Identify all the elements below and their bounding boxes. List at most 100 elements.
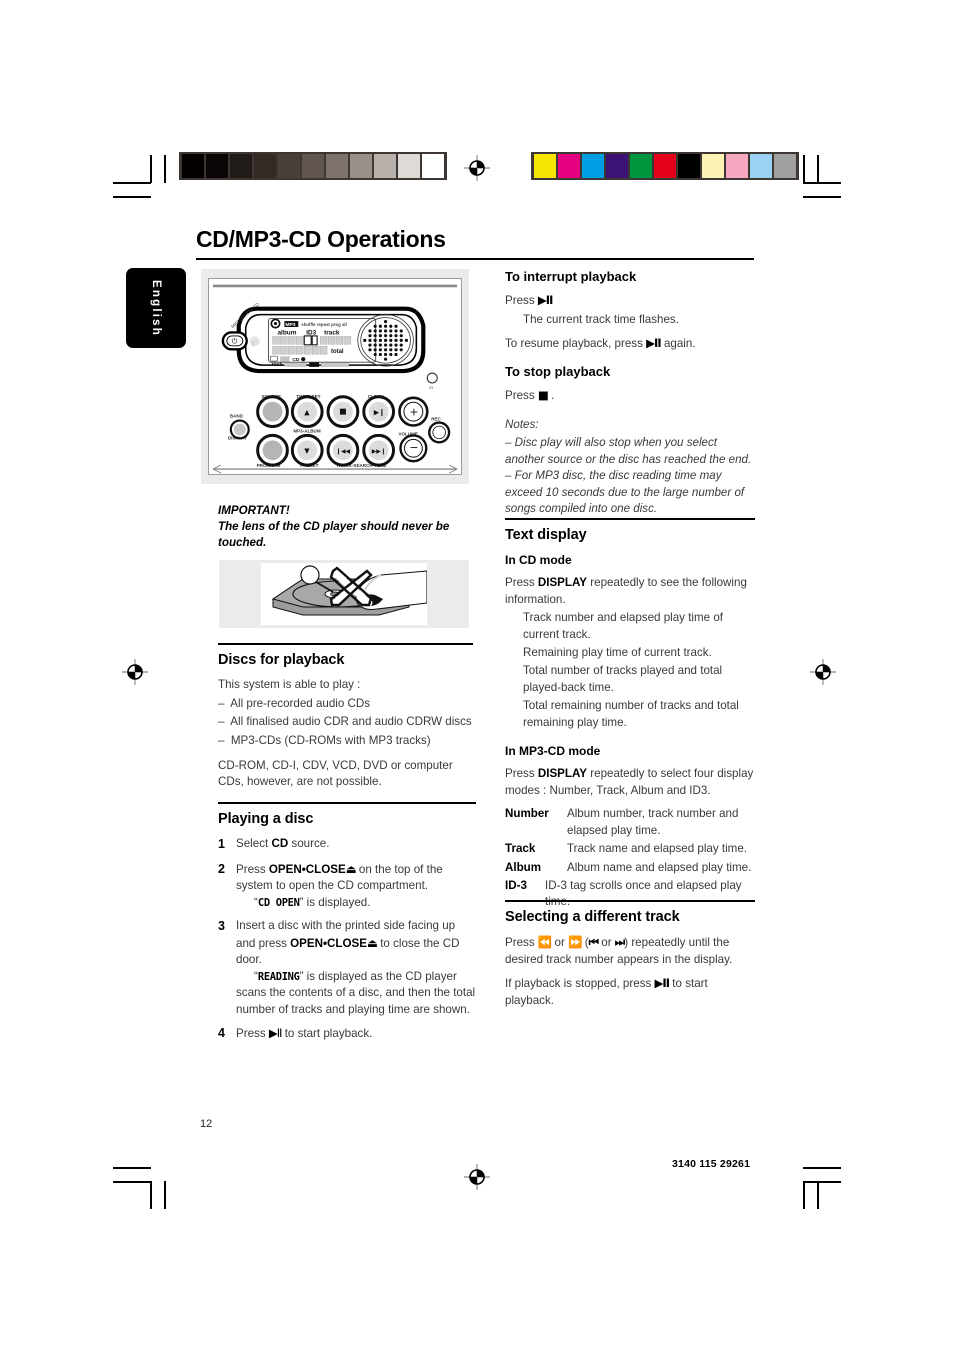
mp3-mode-subheading: In MP3-CD mode	[505, 744, 601, 759]
step-text-b: to start playback.	[281, 1027, 373, 1040]
svg-text:MP3-ALBUM: MP3-ALBUM	[293, 428, 321, 433]
grayscale-calibration-bar	[179, 152, 447, 180]
display-button-ref: DISPLAY	[537, 767, 588, 781]
previous-track-icon: ⏪	[537, 935, 552, 950]
definition-desc: Album number, track number and elapsed p…	[567, 807, 739, 837]
svg-text:▼: ▼	[304, 447, 310, 455]
step-result: “CD OPEN” is displayed.	[236, 895, 476, 911]
or-1: or	[551, 936, 569, 950]
cd-mode-item: Track number and elapsed play time of cu…	[523, 611, 723, 641]
discs-heading: Discs for playback	[218, 651, 345, 668]
calibration-swatch-6	[326, 154, 348, 178]
list-item: – MP3-CDs (CD-ROMs with MP3 tracks)	[218, 733, 431, 747]
step-text-a: Press	[236, 862, 269, 876]
page-number: 12	[200, 1118, 213, 1130]
intro-a: Press	[505, 767, 538, 781]
calibration-swatch-0	[182, 154, 204, 178]
svg-text:▶▶❙: ▶▶❙	[372, 448, 386, 455]
quote-open: “	[254, 969, 258, 983]
step-number: 3	[218, 919, 225, 934]
calibration-swatch-3	[254, 154, 276, 178]
calibration-swatch-10	[422, 154, 444, 178]
quote-close: ” is displayed.	[299, 895, 371, 909]
registration-mark-right	[810, 659, 836, 685]
definition-desc: Track name and elapsed play time.	[567, 842, 748, 856]
lens-illustration	[271, 565, 428, 616]
crop-mark	[113, 196, 151, 198]
cd-mode-intro: Press DISPLAY repeatedly to see the foll…	[505, 575, 755, 608]
line-a: Press	[505, 936, 538, 950]
play-pause-icon: ▶Ⅱ	[646, 336, 662, 351]
definition-term: Number	[505, 807, 549, 821]
step-text-a: Press	[236, 1027, 269, 1040]
interrupt-press: Press ▶Ⅱ	[505, 292, 755, 309]
page-title: CD/MP3-CD Operations	[196, 226, 446, 252]
figure-device-inner-panel: MP3 DIGITAL CD MP3 shuffle repeat prog a…	[208, 278, 462, 475]
intro-a: Press	[505, 576, 538, 590]
svg-text:❙◀◀: ❙◀◀	[336, 448, 351, 455]
discs-closing: CD-ROM, CD-I, CDV, VCD, DVD or computer …	[218, 758, 453, 789]
calibration-swatch-5	[302, 154, 324, 178]
svg-text:total: total	[331, 349, 344, 355]
device-illustration: MP3 DIGITAL CD MP3 shuffle repeat prog a…	[212, 284, 458, 474]
crop-mark	[164, 1181, 166, 1209]
paren-open: (	[581, 936, 589, 950]
display-button-ref: DISPLAY	[537, 576, 588, 590]
title-rule	[196, 258, 754, 260]
next-track-icon: ⏩	[568, 935, 582, 950]
section-rule	[505, 900, 755, 902]
crop-mark	[113, 1167, 151, 1169]
section-rule	[505, 518, 755, 520]
section-rule	[218, 643, 473, 645]
play-pause-icon: ▶Ⅱ	[268, 1026, 283, 1040]
crop-mark	[803, 1181, 805, 1209]
crop-mark	[113, 1181, 151, 1183]
important-heading: IMPORTANT!	[218, 504, 290, 517]
lcd-text: READING	[257, 970, 300, 983]
step-bold: OPEN•CLOSE	[268, 862, 346, 876]
registration-mark-top	[464, 155, 490, 181]
crop-mark	[803, 1181, 841, 1183]
crop-mark	[803, 1167, 841, 1169]
manual-page: English CD/MP3-CD Operations MP3 DIGITAL…	[0, 0, 954, 1351]
selecting-track-line-2: If playback is stopped, press ▶Ⅱ to star…	[505, 975, 755, 1009]
resume-text-b: again.	[663, 337, 696, 351]
mp3-mode-intro: Press DISPLAY repeatedly to select four …	[505, 766, 755, 799]
figure-lens-inner	[261, 563, 428, 625]
important-body: The lens of the CD player should never b…	[218, 520, 450, 550]
playing-section: Playing a disc 1 Select CD source. 2 Pre…	[218, 802, 476, 1050]
list-item-label: All finalised audio CDR and audio CDRW d…	[230, 715, 472, 729]
svg-text:rock: rock	[272, 362, 283, 368]
calibration-swatch-8	[374, 154, 396, 178]
calibration-swatch-4	[630, 154, 652, 178]
step-number: 2	[218, 861, 225, 876]
period: .	[551, 389, 555, 403]
section-rule	[218, 802, 476, 804]
step-text: Insert a disc with the printed side faci…	[236, 918, 476, 1018]
svg-text:▶❙: ▶❙	[374, 409, 385, 417]
play-pause-icon: ▶Ⅱ	[537, 293, 554, 308]
calibration-swatch-1	[206, 154, 228, 178]
svg-text:track: track	[324, 329, 340, 336]
crop-mark	[817, 1181, 819, 1209]
cd-mode-item: Total number of tracks played and total …	[523, 664, 723, 694]
svg-text:y: y	[252, 340, 255, 346]
list-item-label: MP3-CDs (CD-ROMs with MP3 tracks)	[230, 733, 431, 747]
calibration-swatch-7	[350, 154, 372, 178]
svg-text:MP3: MP3	[285, 322, 295, 328]
step-4: 4 Press ▶Ⅱ to start playback.	[218, 1025, 476, 1043]
interrupt-heading: To interrupt playback	[505, 269, 637, 284]
eject-icon: ⏏	[367, 935, 378, 950]
step-text-b: source.	[288, 837, 330, 851]
calibration-swatch-9	[750, 154, 772, 178]
text-display-heading: Text display	[505, 526, 587, 543]
selecting-track-section: Selecting a different track Press ⏪ or ⏩…	[505, 900, 755, 1016]
crop-mark	[164, 155, 166, 183]
svg-text:IR: IR	[429, 385, 433, 390]
step-number: 1	[218, 837, 225, 852]
stop-press: Press ■ .	[505, 387, 755, 404]
svg-text:−: −	[409, 441, 418, 454]
list-item: – All pre-recorded audio CDs	[218, 696, 371, 710]
eject-icon: ⏏	[345, 861, 357, 876]
language-tab-label: English	[150, 279, 162, 337]
